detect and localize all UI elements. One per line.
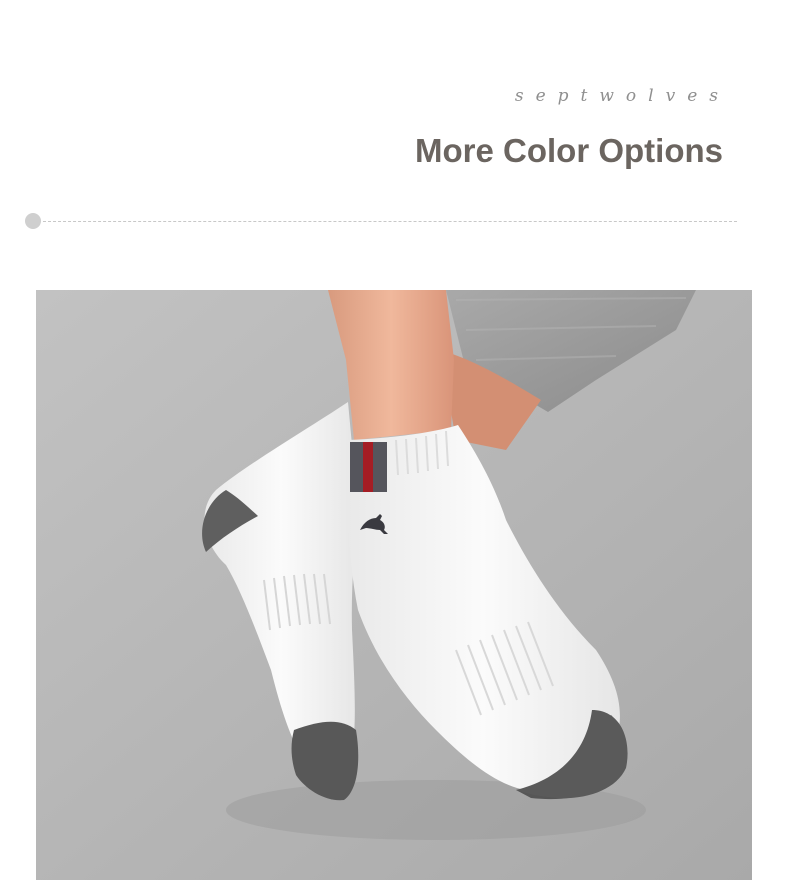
- cuff-stripe: [350, 442, 387, 492]
- socks-illustration: [36, 290, 752, 880]
- section-divider: [25, 213, 737, 229]
- divider-dot: [25, 213, 41, 229]
- section-title: More Color Options: [415, 132, 723, 169]
- brand-wordmark: septwolves: [514, 86, 730, 106]
- divider-line: [43, 221, 737, 222]
- product-photo: [36, 290, 752, 880]
- product-detail-page: septwolves More Color Options: [0, 0, 790, 885]
